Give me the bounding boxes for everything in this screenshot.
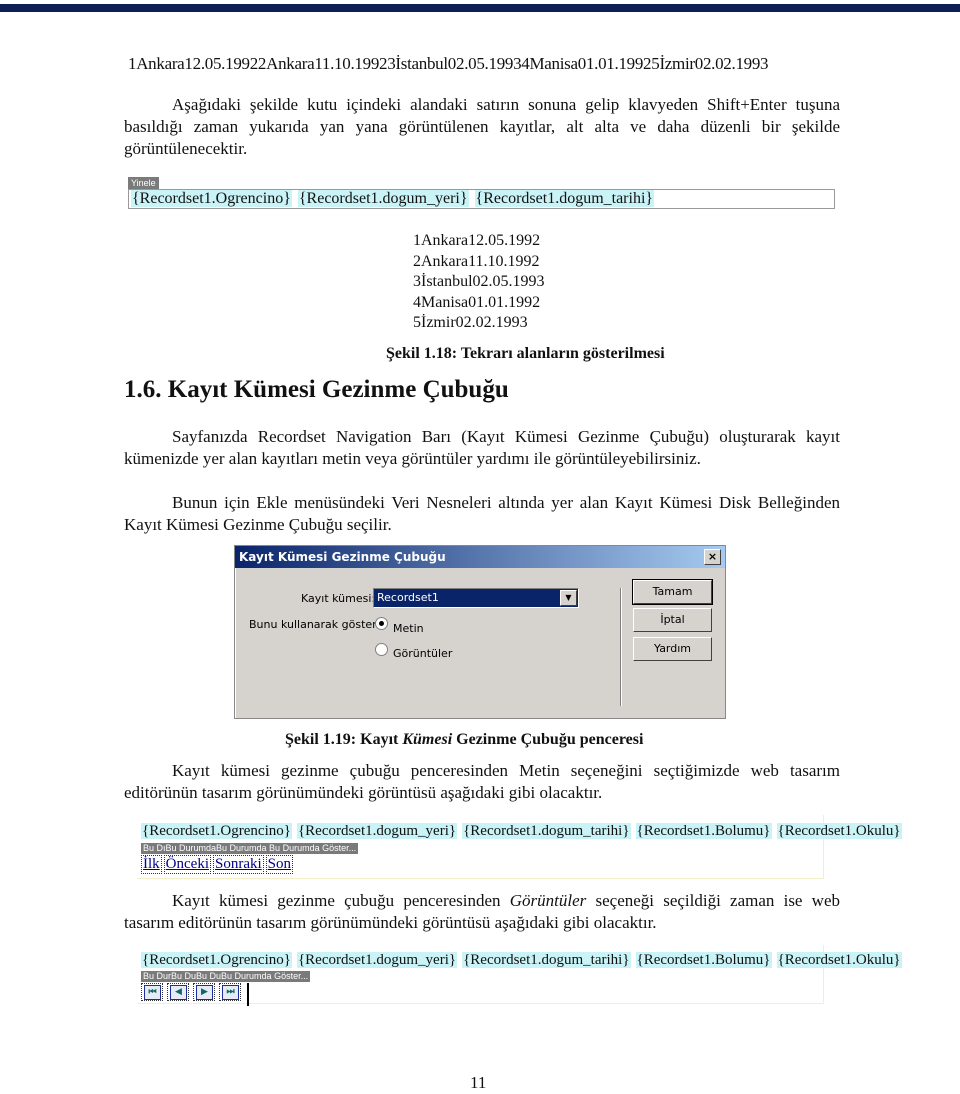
radio-text-label[interactable]: Metin bbox=[393, 622, 424, 635]
record-item: 5İzmir02.02.1993 bbox=[413, 314, 528, 331]
field-dogum-yeri: {Recordset1.dogum_yeri} bbox=[296, 823, 458, 839]
recordset-select[interactable]: Recordset1 ▼ bbox=[373, 588, 579, 608]
previous-icon: ◀ bbox=[170, 985, 187, 1000]
top-rule bbox=[0, 4, 960, 12]
dialog-title: Kayıt Kümesi Gezinme Çubuğu bbox=[239, 550, 446, 564]
caption-italic: Kümesi bbox=[402, 731, 453, 748]
field-ogrencino: {Recordset1.Ogrencino} bbox=[141, 952, 292, 968]
dialog-title-bar: Kayıt Kümesi Gezinme Çubuğu × bbox=[235, 546, 725, 568]
field-ogrencino: {Recordset1.Ogrencino} bbox=[141, 823, 292, 839]
field-dogum-tarihi: {Recordset1.dogum_tarihi} bbox=[462, 952, 631, 968]
field-dogum-yeri: {Recordset1.dogum_yeri} bbox=[297, 190, 469, 207]
field-dogum-tarihi: {Recordset1.dogum_tarihi} bbox=[462, 823, 631, 839]
next-icon: ▶ bbox=[196, 985, 213, 1000]
previous-button[interactable]: ◀ bbox=[167, 983, 189, 1001]
close-icon[interactable]: × bbox=[704, 549, 721, 565]
record-item: 2Ankara11.10.1992 bbox=[413, 252, 540, 270]
para-italic: Görüntüler bbox=[509, 891, 587, 910]
recordset-select-value: Recordset1 bbox=[377, 591, 439, 604]
recordset-navbar-dialog: Kayıt Kümesi Gezinme Çubuğu × Kayıt küme… bbox=[234, 545, 726, 719]
field-bolumu: {Recordset1.Bolumu} bbox=[635, 823, 772, 839]
text-nav-links: İlk Önceki Sonraki Son bbox=[141, 855, 295, 874]
help-button[interactable]: Yardım bbox=[633, 637, 712, 661]
field-okulu: {Recordset1.Okulu} bbox=[776, 952, 902, 968]
section-heading: 1.6. Kayıt Kümesi Gezinme Çubuğu bbox=[124, 376, 509, 403]
next-button[interactable]: ▶ bbox=[193, 983, 215, 1001]
paragraph-2: Sayfanızda Recordset Navigation Barı (Ka… bbox=[124, 427, 840, 468]
ok-button[interactable]: Tamam bbox=[632, 579, 713, 605]
field-dogum-tarihi: {Recordset1.dogum_tarihi} bbox=[474, 190, 655, 207]
radio-images-label[interactable]: Görüntüler bbox=[393, 647, 452, 660]
cancel-button[interactable]: İptal bbox=[633, 608, 712, 632]
design-view-fields: {Recordset1.Ogrencino} {Recordset1.dogum_… bbox=[141, 952, 907, 969]
paragraph-3: Bunun için Ekle menüsündeki Veri Nesnele… bbox=[124, 493, 840, 534]
dialog-separator bbox=[620, 588, 622, 706]
show-if-tab: Bu DurBu DuBu DuBu Durumda Göster... bbox=[141, 971, 311, 982]
figure-caption-1-18: Şekil 1.18: Tekrarı alanların gösterilme… bbox=[386, 345, 665, 362]
field-ogrencino: {Recordset1.Ogrencino} bbox=[131, 190, 292, 207]
para-part: Kayıt kümesi gezinme çubuğu penceresinde… bbox=[172, 891, 510, 910]
image-nav-buttons: ⏮ ◀ ▶ ⏭ bbox=[141, 983, 249, 1006]
inline-records-line: 1Ankara12.05.19922Ankara11.10.19923İstan… bbox=[128, 54, 769, 73]
recordset-label: Kayıt kümesi: bbox=[301, 592, 376, 605]
paragraph-4: Kayıt kümesi gezinme çubuğu penceresinde… bbox=[124, 761, 840, 802]
previous-link[interactable]: Önceki bbox=[163, 855, 211, 874]
first-button[interactable]: ⏮ bbox=[141, 983, 163, 1001]
field-dogum-yeri: {Recordset1.dogum_yeri} bbox=[296, 952, 458, 968]
record-item: 3İstanbul02.05.1993 bbox=[413, 273, 545, 290]
first-link[interactable]: İlk bbox=[141, 855, 162, 874]
last-button[interactable]: ⏭ bbox=[219, 983, 241, 1001]
field-bolumu: {Recordset1.Bolumu} bbox=[635, 952, 772, 968]
next-link[interactable]: Sonraki bbox=[213, 855, 264, 874]
record-list: 1Ankara12.05.1992 2Ankara11.10.1992 3İst… bbox=[413, 231, 545, 334]
record-item: 1Ankara12.05.1992 bbox=[413, 232, 541, 249]
design-view-fields: {Recordset1.Ogrencino} {Recordset1.dogum_… bbox=[141, 823, 907, 840]
chevron-down-icon[interactable]: ▼ bbox=[560, 590, 577, 606]
radio-text[interactable] bbox=[375, 617, 388, 630]
paragraph-1: Aşağıdaki şekilde kutu içindeki alandaki… bbox=[124, 95, 840, 158]
field-okulu: {Recordset1.Okulu} bbox=[776, 823, 902, 839]
page-number: 11 bbox=[470, 1073, 487, 1092]
first-icon: ⏮ bbox=[144, 985, 161, 1000]
paragraph-5: Kayıt kümesi gezinme çubuğu penceresinde… bbox=[124, 890, 840, 934]
radio-images[interactable] bbox=[375, 643, 388, 656]
show-using-label: Bunu kullanarak göster: bbox=[249, 618, 381, 631]
design-view-image-nav: {Recordset1.Ogrencino} {Recordset1.dogum_… bbox=[137, 945, 902, 1006]
caption-part: Şekil 1.19: Kayıt bbox=[285, 731, 403, 748]
figure-caption-1-19: Şekil 1.19: Kayıt Kümesi Gezinme Çubuğu … bbox=[285, 731, 643, 749]
show-if-tab: Bu DıBu DurumdaBu Durumda Bu Durumda Gös… bbox=[141, 843, 359, 854]
record-item: 4Manisa01.01.1992 bbox=[413, 293, 541, 311]
repeat-region-box: {Recordset1.Ogrencino} {Recordset1.dogum_… bbox=[128, 189, 835, 209]
caption-part: Gezinme Çubuğu penceresi bbox=[452, 731, 644, 748]
last-icon: ⏭ bbox=[222, 985, 239, 1000]
design-view-text-nav: {Recordset1.Ogrencino} {Recordset1.dogum_… bbox=[137, 815, 902, 879]
last-link[interactable]: Son bbox=[265, 855, 294, 874]
